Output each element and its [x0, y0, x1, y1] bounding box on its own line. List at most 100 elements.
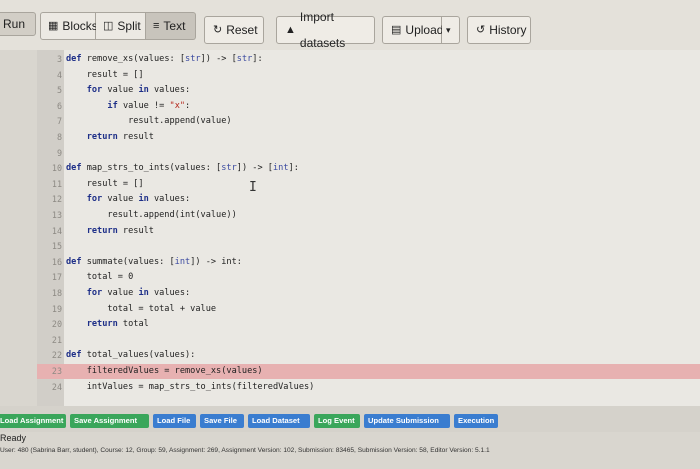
- toolbar: Run ▦ Blocks ◫ Split ≡ Text ↻ Reset ▲ Im…: [0, 0, 700, 50]
- code-text: def remove_xs(values: [str]) -> [str]:: [66, 54, 263, 64]
- save-file-button[interactable]: Save File: [200, 414, 244, 428]
- code-line[interactable]: 19 total = total + value: [37, 302, 700, 317]
- code-line[interactable]: 14 return result: [37, 224, 700, 239]
- reset-label: Reset: [226, 23, 258, 37]
- code-text: intValues = map_strs_to_ints(filteredVal…: [66, 381, 315, 392]
- line-number: 3: [56, 54, 62, 64]
- line-number: 20: [51, 319, 62, 330]
- save-assignment-button[interactable]: Save Assignment: [70, 414, 149, 428]
- line-number: 17: [51, 272, 62, 283]
- line-number: 21: [51, 334, 62, 345]
- line-number: 9: [56, 147, 62, 158]
- run-button[interactable]: Run: [0, 12, 36, 36]
- code-line[interactable]: 10 def map_strs_to_ints(values: [str]) ->…: [37, 161, 700, 176]
- action-bar: Load Assignment Save Assignment Load File S…: [0, 406, 700, 432]
- log-event-button[interactable]: Log Event: [314, 414, 360, 428]
- code-text: for value in values:: [86, 85, 191, 96]
- code-line[interactable]: 7 result.append(value): [37, 114, 700, 129]
- code-line[interactable]: 20 return total: [37, 317, 700, 332]
- code-text: result.append(value): [66, 116, 232, 127]
- grid-icon: ▦: [48, 19, 59, 32]
- reset-button[interactable]: ↻ Reset: [204, 16, 264, 44]
- line-number: 12: [51, 194, 62, 205]
- line-number: 10: [51, 163, 62, 174]
- import-label: Import datasets: [299, 10, 346, 50]
- blocks-mode-button[interactable]: ▦ Blocks: [40, 12, 98, 40]
- code-text: result = []: [66, 69, 144, 80]
- code-text: if value != "x":: [107, 100, 191, 111]
- code-line[interactable]: 3 def remove_xs(values: [str]) -> [str]:: [37, 52, 700, 67]
- drive-icon: ▲: [285, 23, 296, 36]
- code-text: total = total + value: [66, 303, 217, 314]
- line-number: 18: [51, 288, 62, 298]
- upload-label: Upload: [405, 23, 444, 37]
- code-line[interactable]: 17 total = 0: [37, 270, 700, 285]
- line-number: 5: [56, 85, 62, 96]
- document-icon: ▤: [391, 23, 402, 36]
- code-text: return result: [86, 132, 154, 142]
- code-line[interactable]: 11 result = []: [37, 177, 700, 192]
- line-number: 8: [56, 132, 62, 142]
- code-line[interactable]: 12 for value in values:: [37, 192, 700, 207]
- line-number: 6: [56, 100, 62, 111]
- split-icon: ◫: [103, 19, 114, 32]
- code-text: for value in values:: [86, 194, 191, 205]
- upload-button[interactable]: ▤ Upload: [382, 16, 444, 44]
- code-text: for value in values:: [86, 288, 191, 298]
- code-text: result.append(int(value)): [66, 210, 237, 220]
- code-text: result = []: [66, 178, 144, 189]
- blocks-label: Blocks: [62, 19, 98, 33]
- text-cursor-icon: I: [249, 180, 257, 195]
- session-info: User: 480 (Sabrina Barr, student), Cours…: [0, 447, 490, 454]
- code-line[interactable]: 13 result.append(int(value)): [37, 208, 700, 223]
- code-line-error[interactable]: 23 filteredValues = remove_xs(values): [37, 364, 700, 379]
- code-text: def total_values(values):: [66, 350, 196, 361]
- line-number: 4: [56, 69, 62, 80]
- line-number: 13: [51, 210, 62, 220]
- line-number: 14: [51, 225, 62, 236]
- code-text: def summate(values: [int]) -> int:: [66, 256, 242, 267]
- code-line[interactable]: 15: [37, 239, 700, 254]
- execution-button[interactable]: Execution: [454, 414, 498, 428]
- history-button[interactable]: ↺ History: [467, 16, 531, 44]
- line-number: 15: [51, 241, 62, 252]
- code-line[interactable]: 24 intValues = map_strs_to_ints(filtered…: [37, 380, 700, 395]
- code-line[interactable]: 21: [37, 333, 700, 348]
- caret-down-icon: ▾: [446, 25, 451, 35]
- code-line[interactable]: 9: [37, 146, 700, 161]
- code-line[interactable]: 4 result = []: [37, 68, 700, 83]
- code-text: filteredValues = remove_xs(values): [66, 366, 263, 376]
- import-datasets-button[interactable]: ▲ Import datasets: [276, 10, 375, 50]
- refresh-icon: ↻: [213, 23, 223, 36]
- code-text: total = 0: [66, 272, 134, 283]
- code-line[interactable]: 16 def summate(values: [int]) -> int:: [37, 255, 700, 270]
- text-label: Text: [163, 19, 186, 33]
- split-mode-button[interactable]: ◫ Split: [96, 12, 146, 40]
- split-label: Split: [117, 19, 141, 33]
- code-text: def map_strs_to_ints(values: [str]) -> […: [66, 163, 299, 174]
- line-number: 22: [51, 350, 62, 361]
- status-text: Ready: [0, 433, 27, 443]
- line-number: 16: [51, 256, 62, 267]
- code-editor[interactable]: 3 def remove_xs(values: [str]) -> [str]: 4…: [37, 50, 700, 406]
- history-label: History: [489, 23, 527, 37]
- upload-dropdown-toggle[interactable]: ▾: [442, 16, 460, 44]
- line-number: 19: [51, 303, 62, 314]
- code-line[interactable]: 6 if value != "x":: [37, 99, 700, 114]
- code-line[interactable]: 8 return result: [37, 130, 700, 145]
- text-lines-icon: ≡: [153, 19, 160, 32]
- code-line[interactable]: 22 def total_values(values):: [37, 348, 700, 363]
- code-line[interactable]: 5 for value in values:: [37, 83, 700, 98]
- load-dataset-button[interactable]: Load Dataset: [248, 414, 310, 428]
- line-number: 23: [51, 366, 62, 376]
- update-submission-button[interactable]: Update Submission: [364, 414, 450, 428]
- line-number: 11: [51, 178, 62, 189]
- load-assignment-button[interactable]: Load Assignment: [0, 414, 66, 428]
- code-text: return result: [86, 225, 154, 236]
- text-mode-button[interactable]: ≡ Text: [146, 12, 196, 40]
- code-text: return total: [86, 319, 149, 330]
- line-number: 7: [56, 116, 62, 127]
- code-line[interactable]: 18 for value in values:: [37, 286, 700, 301]
- history-icon: ↺: [476, 23, 486, 36]
- load-file-button[interactable]: Load File: [153, 414, 196, 428]
